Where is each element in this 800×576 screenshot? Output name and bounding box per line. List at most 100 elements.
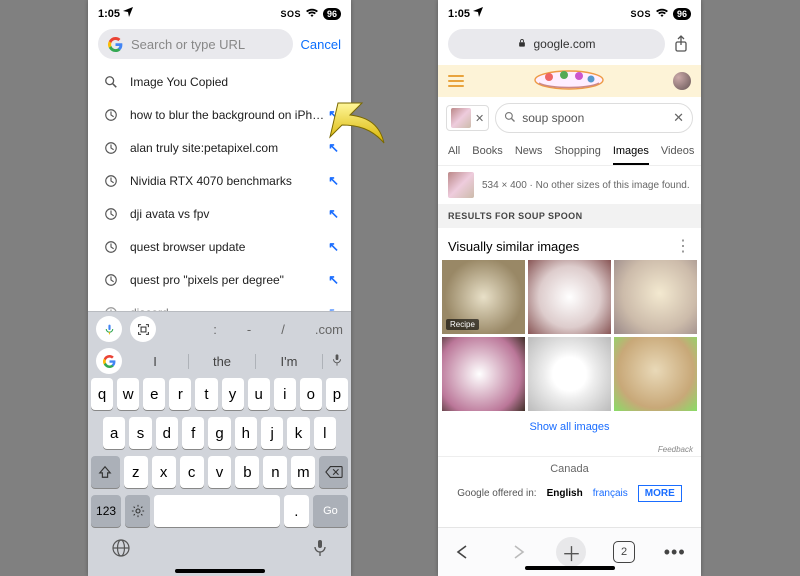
result-thumb[interactable] (448, 172, 474, 198)
key-settings[interactable] (125, 495, 150, 527)
key-b[interactable]: b (235, 456, 259, 488)
insert-arrow-icon[interactable]: ↖ (328, 206, 339, 222)
dictation-icon[interactable] (312, 538, 328, 563)
google-logo-icon[interactable] (96, 348, 122, 374)
url-pill[interactable]: google.com (448, 29, 665, 59)
key-l[interactable]: l (314, 417, 336, 449)
clear-query-icon[interactable]: ✕ (673, 110, 684, 126)
key-v[interactable]: v (208, 456, 232, 488)
forward-button[interactable] (504, 539, 530, 565)
key-r[interactable]: r (169, 378, 191, 410)
image-result[interactable] (442, 337, 525, 411)
location-icon (123, 7, 133, 20)
profile-avatar[interactable] (673, 72, 691, 90)
tab-videos[interactable]: Videos (661, 139, 694, 165)
suggestion-history[interactable]: alan truly site:petapixel.com ↖ (88, 131, 351, 164)
tab-all[interactable]: All (448, 139, 460, 165)
tab-shopping[interactable]: Shopping (554, 139, 601, 165)
key-slash[interactable]: / (281, 322, 285, 337)
key-dash[interactable]: - (247, 322, 251, 337)
key-d[interactable]: d (156, 417, 178, 449)
key-j[interactable]: j (261, 417, 283, 449)
share-icon[interactable] (673, 35, 691, 53)
key-p[interactable]: p (326, 378, 348, 410)
qr-scan-icon[interactable] (130, 316, 156, 342)
key-q[interactable]: q (91, 378, 113, 410)
image-result[interactable] (614, 260, 697, 334)
image-result[interactable]: Recipe (442, 260, 525, 334)
clear-image-icon[interactable]: ✕ (475, 112, 484, 125)
key-u[interactable]: u (248, 378, 270, 410)
search-input[interactable] (129, 36, 283, 53)
suggestion-history[interactable]: Nividia RTX 4070 benchmarks ↖ (88, 164, 351, 197)
predict-word[interactable]: I (122, 354, 189, 369)
cancel-button[interactable]: Cancel (301, 37, 341, 52)
key-t[interactable]: t (195, 378, 217, 410)
tab-books[interactable]: Books (472, 139, 503, 165)
key-dotcom[interactable]: .com (315, 322, 343, 337)
predict-word[interactable]: I'm (256, 354, 323, 369)
voice-input-icon[interactable] (96, 316, 122, 342)
key-colon[interactable]: : (213, 322, 217, 337)
key-w[interactable]: w (117, 378, 139, 410)
key-go[interactable]: Go (313, 495, 348, 527)
google-doodle[interactable] (464, 67, 673, 96)
home-indicator[interactable] (175, 569, 265, 573)
key-x[interactable]: x (152, 456, 176, 488)
image-result[interactable] (528, 337, 611, 411)
hamburger-icon[interactable] (448, 75, 464, 87)
key-g[interactable]: g (208, 417, 230, 449)
suggestion-image-copied[interactable]: Image You Copied (88, 65, 351, 98)
insert-arrow-icon[interactable]: ↖ (328, 272, 339, 288)
key-z[interactable]: z (124, 456, 148, 488)
key-f[interactable]: f (182, 417, 204, 449)
key-dot[interactable]: . (284, 495, 309, 527)
search-pill[interactable] (98, 29, 293, 59)
image-result[interactable] (528, 260, 611, 334)
suggestion-history[interactable]: dji avata vs fpv ↖ (88, 197, 351, 230)
query-image-chip[interactable]: ✕ (446, 105, 489, 131)
key-a[interactable]: a (103, 417, 125, 449)
key-k[interactable]: k (287, 417, 309, 449)
more-icon[interactable]: ⋮ (675, 236, 691, 256)
suggestion-history[interactable]: how to blur the background on iPhone ↖ (88, 98, 351, 131)
image-result[interactable] (614, 337, 697, 411)
insert-arrow-icon[interactable]: ↖ (328, 140, 339, 156)
insert-arrow-icon[interactable]: ↖ (328, 107, 339, 123)
key-h[interactable]: h (235, 417, 257, 449)
lang-francais[interactable]: français (593, 488, 628, 499)
tab-news[interactable]: News (515, 139, 543, 165)
key-shift[interactable] (91, 456, 120, 488)
key-c[interactable]: c (180, 456, 204, 488)
suggestion-history[interactable]: quest pro "pixels per degree" ↖ (88, 263, 351, 296)
globe-icon[interactable] (111, 538, 131, 563)
predict-word[interactable]: the (189, 354, 256, 369)
key-m[interactable]: m (291, 456, 315, 488)
key-i[interactable]: i (274, 378, 296, 410)
lock-icon (517, 37, 527, 51)
lang-more-button[interactable]: MORE (638, 485, 682, 502)
key-o[interactable]: o (300, 378, 322, 410)
dictation-icon[interactable] (323, 353, 351, 370)
key-y[interactable]: y (222, 378, 244, 410)
insert-arrow-icon[interactable]: ↖ (328, 173, 339, 189)
key-delete[interactable] (319, 456, 348, 488)
menu-button[interactable]: ••• (662, 539, 688, 565)
query-pill[interactable]: soup spoon ✕ (495, 103, 693, 133)
tab-images[interactable]: Images (613, 139, 649, 165)
feedback-link[interactable]: Feedback (438, 443, 701, 456)
insert-arrow-icon[interactable]: ↖ (328, 239, 339, 255)
show-all-link[interactable]: Show all images (438, 411, 701, 443)
new-tab-button[interactable]: ＋ (556, 537, 586, 567)
key-n[interactable]: n (263, 456, 287, 488)
key-space[interactable] (154, 495, 280, 527)
tabs-button[interactable]: 2 (613, 541, 635, 563)
lang-english[interactable]: English (547, 488, 583, 499)
back-button[interactable] (451, 539, 477, 565)
key-e[interactable]: e (143, 378, 165, 410)
key-s[interactable]: s (129, 417, 151, 449)
suggestion-history[interactable]: quest browser update ↖ (88, 230, 351, 263)
search-bar: Cancel (88, 24, 351, 65)
home-indicator[interactable] (525, 566, 615, 570)
key-123[interactable]: 123 (91, 495, 121, 527)
